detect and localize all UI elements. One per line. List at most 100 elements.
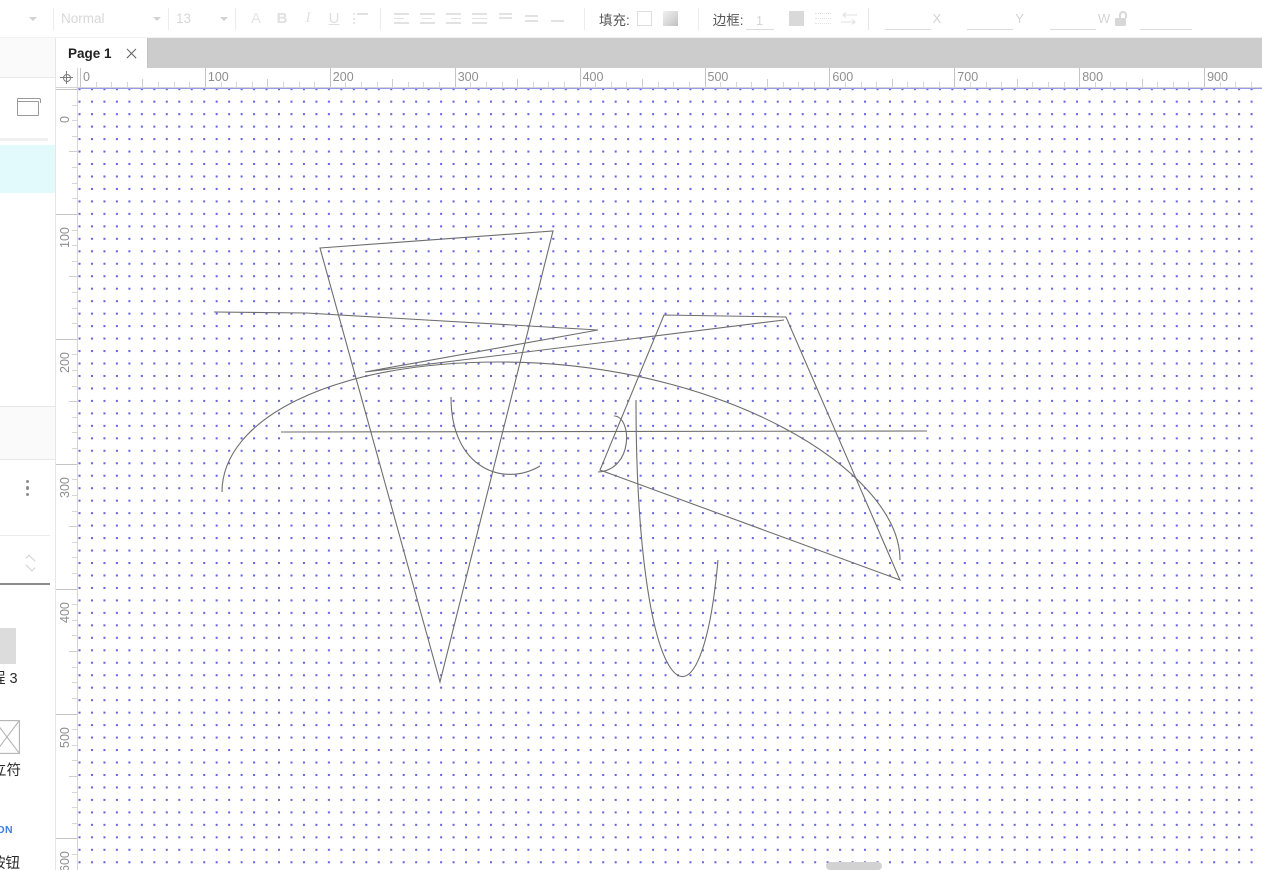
font-size-select[interactable]: 13 <box>176 7 228 31</box>
ellipse-wide[interactable] <box>221 361 901 561</box>
sidebar-more-options-button[interactable] <box>0 470 55 506</box>
close-icon[interactable] <box>126 48 137 59</box>
ruler-minor-tick <box>969 82 971 87</box>
align-left-button[interactable] <box>388 7 414 31</box>
lock-icon[interactable] <box>1114 11 1128 26</box>
line-spacing-top-button[interactable] <box>492 7 518 31</box>
h-input[interactable] <box>1140 8 1193 30</box>
ruler-major-tick <box>56 213 77 215</box>
polyline-zigzag[interactable] <box>213 311 785 373</box>
horizontal-scrollbar[interactable] <box>826 862 882 870</box>
align-right-button[interactable] <box>440 7 466 31</box>
ruler-minor-tick <box>1235 82 1237 87</box>
tab-page-1[interactable]: Page 1 <box>56 38 148 68</box>
drawing-canvas[interactable] <box>78 88 1262 870</box>
ruler-origin-icon <box>60 71 73 84</box>
ruler-tick-label: 100 <box>207 70 229 84</box>
y-input[interactable] <box>967 8 1014 30</box>
line-spacing-middle-button[interactable] <box>518 7 544 31</box>
sidebar-stepper[interactable] <box>0 544 55 584</box>
ruler-tick-label: 400 <box>582 70 604 84</box>
ruler-minor-tick <box>766 79 768 87</box>
ruler-minor-tick <box>813 82 815 87</box>
border-width-input[interactable]: 1 <box>745 8 774 30</box>
polygon-quad-right[interactable] <box>599 314 902 581</box>
ruler-minor-tick <box>72 307 77 309</box>
ruler-minor-tick <box>72 260 77 262</box>
ruler-minor-tick <box>72 666 77 668</box>
sidebar-item-label: 程 3 <box>0 671 18 687</box>
ruler-minor-tick <box>751 82 753 87</box>
ruler-minor-tick <box>891 79 893 87</box>
align-justify-icon <box>471 13 487 24</box>
ruler-minor-tick <box>1250 82 1252 87</box>
image-placeholder-icon <box>0 720 20 754</box>
ruler-minor-tick <box>563 82 565 87</box>
italic-button[interactable]: I <box>295 7 321 31</box>
tab-label: Page 1 <box>68 45 112 61</box>
underline-button[interactable]: U <box>321 7 347 31</box>
align-center-button[interactable] <box>414 7 440 31</box>
ruler-minor-tick <box>1172 82 1174 87</box>
line-spacing-bottom-button[interactable] <box>544 7 570 31</box>
sidebar-item-folder[interactable] <box>0 86 55 128</box>
line-spacing-small-icon <box>497 12 514 25</box>
paragraph-style-select[interactable]: Normal <box>61 7 161 31</box>
fill-gradient-button[interactable] <box>658 7 684 31</box>
ruler-minor-tick <box>642 79 644 87</box>
ruler-minor-tick <box>72 432 77 434</box>
ruler-minor-tick <box>673 82 675 87</box>
bullet-list-icon <box>352 13 368 24</box>
italic-icon: I <box>305 10 311 26</box>
text-color-button[interactable]: A <box>243 7 269 31</box>
ruler-minor-tick <box>72 245 77 247</box>
fill-none-button[interactable] <box>632 7 658 31</box>
ruler-minor-tick <box>173 82 175 87</box>
align-justify-button[interactable] <box>466 7 492 31</box>
ruler-minor-tick <box>72 760 77 762</box>
ruler-tick-label: 900 <box>1207 70 1228 84</box>
bullet-list-button[interactable] <box>347 7 373 31</box>
ruler-minor-tick <box>72 822 77 824</box>
border-color-icon <box>789 11 805 26</box>
main-toolbar: Normal 13 A B I U 填充: 边框: 1 X Y W <box>0 0 1262 38</box>
long-diagonal-line[interactable] <box>280 430 928 433</box>
ruler-minor-tick <box>735 82 737 87</box>
folder-icon <box>17 98 41 116</box>
curve-deep-parabola[interactable] <box>635 399 719 678</box>
border-label: 边框: <box>712 12 744 28</box>
ruler-minor-tick <box>1016 79 1018 87</box>
sidebar-thumbnail[interactable] <box>0 628 16 664</box>
bold-button[interactable]: B <box>269 7 295 31</box>
x-input[interactable] <box>884 8 931 30</box>
ruler-minor-tick <box>361 82 363 87</box>
canvas-artwork[interactable] <box>78 88 1262 870</box>
ruler-minor-tick <box>392 79 394 87</box>
w-input[interactable] <box>1049 8 1096 30</box>
ruler-minor-tick <box>69 401 77 403</box>
ruler-minor-tick <box>845 82 846 87</box>
font-size-value: 13 <box>176 11 192 26</box>
ruler-minor-tick <box>532 82 534 87</box>
border-style-button[interactable] <box>810 7 836 31</box>
x-label: X <box>932 11 942 26</box>
more-options-icon <box>26 480 30 496</box>
toolbar-divider <box>380 7 381 30</box>
ruler-minor-tick <box>610 82 612 87</box>
ruler-major-tick <box>56 338 77 340</box>
sidebar-section-header <box>0 406 55 460</box>
border-color-button[interactable] <box>784 7 810 31</box>
swap-button[interactable] <box>836 7 862 31</box>
ruler-minor-tick <box>407 82 409 87</box>
ruler-minor-tick <box>1188 82 1190 87</box>
polygon-triangle-large[interactable] <box>319 230 554 685</box>
ruler-minor-tick <box>72 323 77 325</box>
sidebar-image-placeholder[interactable] <box>0 720 20 754</box>
sidebar-selected-item[interactable] <box>0 145 55 193</box>
ruler-origin-button[interactable] <box>56 68 78 88</box>
style-dropdown-caret[interactable] <box>20 7 46 31</box>
ruler-minor-tick <box>298 82 300 87</box>
horizontal-ruler[interactable]: 0 100 200 300 400 500 600 700 800 900 <box>78 68 1262 88</box>
vertical-ruler[interactable]: 0 100 200 300 400 500 600 <box>56 88 78 870</box>
ruler-minor-tick <box>111 82 113 87</box>
